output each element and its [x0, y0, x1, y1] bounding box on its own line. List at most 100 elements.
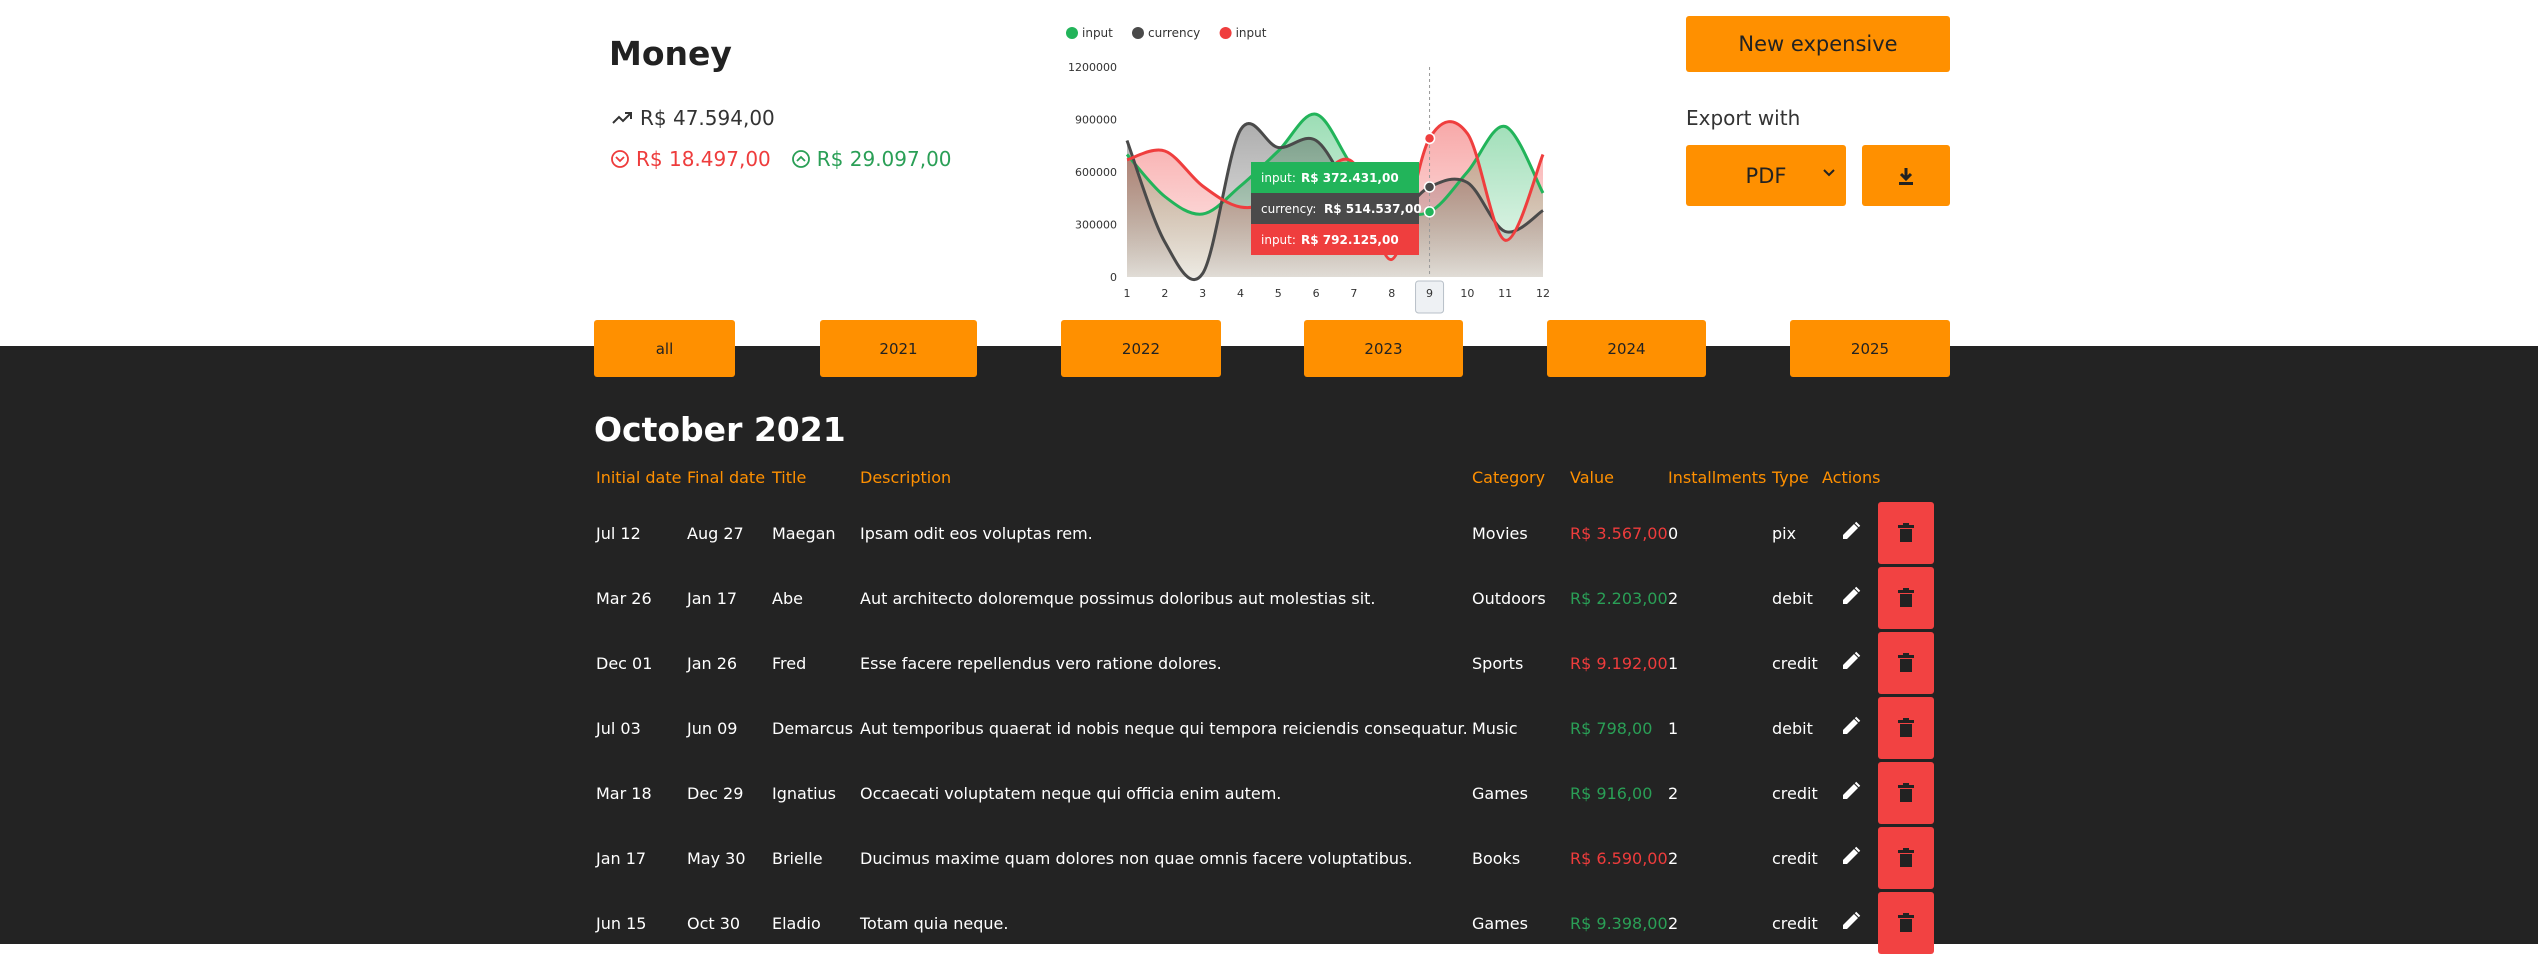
cell-description: Aut architecto doloremque possimus dolor… [860, 589, 1376, 608]
cell-value: R$ 9.398,00 [1570, 914, 1668, 933]
column-final-date: Final date [687, 468, 766, 487]
cell-final-date: Oct 30 [687, 914, 741, 933]
legend-label: input [1082, 26, 1113, 40]
export-format-value: PDF [1745, 163, 1787, 188]
balance-chart[interactable]: input currency input 0 300000 600000 900000 120… [1050, 14, 1560, 314]
cell-title: Maegan [772, 524, 836, 543]
cell-value: R$ 798,00 [1570, 719, 1653, 738]
cell-value: R$ 916,00 [1570, 784, 1653, 803]
year-filter-2024[interactable]: 2024 [1547, 320, 1706, 377]
edit-icon[interactable] [1840, 845, 1862, 867]
column-category: Category [1472, 468, 1546, 487]
year-filter-2023[interactable]: 2023 [1304, 320, 1463, 377]
trending-up-icon [612, 112, 632, 124]
cell-final-date: May 30 [687, 849, 746, 868]
cell-initial-date: Mar 26 [596, 589, 652, 608]
delete-button[interactable] [1878, 632, 1934, 694]
year-filter-all[interactable]: all [594, 320, 735, 377]
cell-initial-date: Jun 15 [596, 914, 647, 933]
balance-breakdown: R$ 18.497,00 R$ 29.097,00 [610, 147, 952, 171]
edit-icon[interactable] [1840, 780, 1862, 802]
legend-marker [1066, 27, 1078, 39]
year-filter-2022[interactable]: 2022 [1061, 320, 1221, 377]
cell-installments: 1 [1668, 719, 1679, 738]
cell-installments: 2 [1668, 849, 1679, 868]
download-button[interactable] [1862, 145, 1950, 206]
delete-button[interactable] [1878, 827, 1934, 889]
delete-button[interactable] [1878, 567, 1934, 629]
column-type: Type [1772, 468, 1809, 487]
column-initial-date: Initial date [596, 468, 682, 487]
cell-category: Music [1472, 719, 1518, 738]
x-tick-label: 8 [1388, 287, 1395, 300]
arrow-up-circle-icon [791, 150, 810, 168]
chevron-down-icon [1823, 169, 1835, 177]
cell-value: R$ 3.567,00 [1570, 524, 1668, 543]
cell-final-date: Jan 26 [687, 654, 738, 673]
cell-installments: 2 [1668, 784, 1679, 803]
cell-description: Aut temporibus quaerat id nobis neque qu… [860, 719, 1468, 738]
y-tick-label: 0 [1110, 271, 1117, 284]
cell-initial-date: Dec 01 [596, 654, 653, 673]
y-tick-label: 900000 [1075, 114, 1117, 127]
cell-final-date: Jun 09 [687, 719, 738, 738]
tooltip-label: input: [1261, 233, 1296, 247]
delete-button[interactable] [1878, 762, 1934, 824]
y-tick-label: 300000 [1075, 219, 1117, 232]
cell-installments: 0 [1668, 524, 1679, 543]
export-format-select[interactable]: PDF [1686, 145, 1846, 206]
cell-type: credit [1772, 849, 1818, 868]
column-title: Title [772, 468, 807, 487]
cell-title: Ignatius [772, 784, 837, 803]
cell-title: Brielle [772, 849, 823, 868]
cell-title: Eladio [772, 914, 821, 933]
total-value: R$ 47.594,00 [640, 106, 775, 130]
trash-icon [1898, 588, 1914, 607]
legend-label: input [1236, 26, 1267, 40]
tooltip-value: R$ 514.537,00 [1324, 202, 1422, 216]
cell-final-date: Aug 27 [687, 524, 744, 543]
cell-description: Totam quia neque. [860, 914, 1009, 933]
edit-icon[interactable] [1840, 585, 1862, 607]
column-installments: Installments [1668, 468, 1767, 487]
column-actions: Actions [1822, 468, 1881, 487]
trash-icon [1898, 783, 1914, 802]
tooltip-label: input: [1261, 171, 1296, 185]
positive-balance: R$ 29.097,00 [791, 147, 952, 171]
edit-icon[interactable] [1840, 715, 1862, 737]
delete-button[interactable] [1878, 892, 1934, 954]
cell-initial-date: Jul 12 [596, 524, 641, 543]
x-tick-label: 11 [1498, 287, 1512, 300]
legend-label: currency [1148, 26, 1200, 40]
cell-installments: 2 [1668, 914, 1679, 933]
trash-icon [1898, 913, 1914, 932]
edit-icon[interactable] [1840, 650, 1862, 672]
legend-marker [1132, 27, 1144, 39]
column-value: Value [1570, 468, 1614, 487]
cell-category: Books [1472, 849, 1521, 868]
positive-value: R$ 29.097,00 [816, 147, 952, 171]
x-tick-label: 12 [1536, 287, 1550, 300]
y-tick-label: 600000 [1075, 166, 1117, 179]
column-description: Description [860, 468, 952, 487]
trash-icon [1898, 523, 1914, 542]
cell-initial-date: Mar 18 [596, 784, 652, 803]
x-tick-label: 1 [1124, 287, 1131, 300]
delete-button[interactable] [1878, 502, 1934, 564]
cell-description: Ducimus maxime quam dolores non quae omn… [860, 849, 1413, 868]
cell-title: Fred [772, 654, 807, 673]
delete-button[interactable] [1878, 697, 1934, 759]
trash-icon [1898, 718, 1914, 737]
cell-category: Games [1472, 784, 1528, 803]
total-balance: R$ 47.594,00 [610, 106, 775, 130]
cell-value: R$ 2.203,00 [1570, 589, 1668, 608]
year-filter-2021[interactable]: 2021 [820, 320, 977, 377]
new-expense-button[interactable]: New expensive [1686, 16, 1950, 72]
edit-icon[interactable] [1840, 910, 1862, 932]
x-tick-label: 5 [1275, 287, 1282, 300]
year-filter-2025[interactable]: 2025 [1790, 320, 1950, 377]
export-label: Export with [1686, 106, 1801, 130]
x-tick-label: 10 [1460, 287, 1474, 300]
edit-icon[interactable] [1840, 520, 1862, 542]
x-tick-label: 6 [1313, 287, 1320, 300]
